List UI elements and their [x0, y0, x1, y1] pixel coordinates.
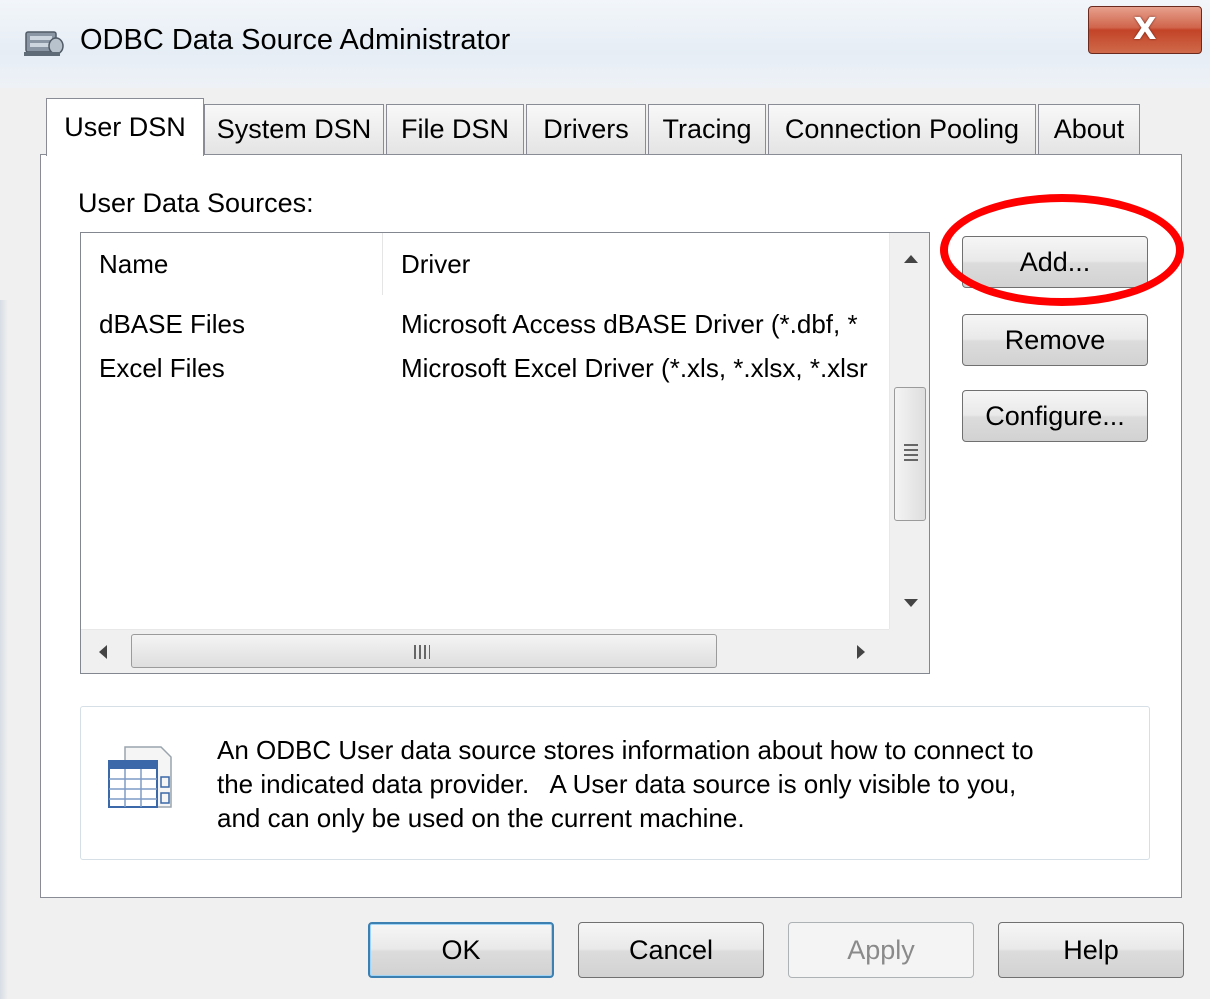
- horizontal-scroll-thumb[interactable]: [131, 634, 717, 668]
- tab-drivers[interactable]: Drivers: [526, 104, 646, 154]
- tab-about[interactable]: About: [1038, 104, 1140, 154]
- list-item-driver: Microsoft Access dBASE Driver (*.dbf, *: [401, 309, 858, 339]
- scrollbar-corner: [889, 629, 929, 673]
- tab-system-dsn[interactable]: System DSN: [204, 104, 384, 154]
- horizontal-scrollbar[interactable]: [81, 629, 929, 673]
- tab-tracing[interactable]: Tracing: [648, 104, 766, 154]
- close-icon: X: [1133, 12, 1157, 47]
- window-edge-shadow: [0, 300, 8, 999]
- vertical-scroll-thumb[interactable]: [894, 387, 926, 521]
- cancel-button[interactable]: Cancel: [578, 922, 764, 978]
- tab-file-dsn[interactable]: File DSN: [386, 104, 524, 154]
- tab-user-dsn[interactable]: User DSN: [46, 98, 204, 156]
- scroll-right-icon[interactable]: [857, 645, 865, 659]
- column-header-driver[interactable]: Driver: [383, 233, 889, 295]
- odbc-admin-icon: [24, 31, 64, 56]
- info-line: An ODBC User data source stores informat…: [217, 735, 1034, 765]
- info-description: An ODBC User data source stores informat…: [217, 733, 1117, 835]
- scroll-down-icon[interactable]: [904, 599, 918, 607]
- grip-icon: [904, 444, 918, 464]
- user-data-sources-list[interactable]: Name Driver dBASE Files Microsoft Access…: [80, 232, 930, 674]
- configure-button[interactable]: Configure...: [962, 390, 1148, 442]
- help-button[interactable]: Help: [998, 922, 1184, 978]
- list-item-name: dBASE Files: [99, 309, 245, 339]
- vertical-scrollbar[interactable]: [889, 233, 929, 629]
- grip-icon: [414, 645, 430, 659]
- list-item[interactable]: Excel Files Microsoft Excel Driver (*.xl…: [81, 347, 889, 391]
- ok-button[interactable]: OK: [368, 922, 554, 978]
- tab-connection-pooling[interactable]: Connection Pooling: [768, 104, 1036, 154]
- scroll-up-icon[interactable]: [904, 255, 918, 263]
- list-item[interactable]: dBASE Files Microsoft Access dBASE Drive…: [81, 303, 889, 347]
- column-header-name[interactable]: Name: [81, 233, 383, 295]
- info-line: the indicated data provider. A User data…: [217, 769, 1017, 799]
- data-source-table-icon: [108, 746, 172, 808]
- list-item-name: Excel Files: [99, 353, 225, 383]
- scroll-left-icon[interactable]: [99, 645, 107, 659]
- list-item-driver: Microsoft Excel Driver (*.xls, *.xlsx, *…: [401, 353, 868, 383]
- odbc-admin-window: ODBC Data Source Administrator X User DS…: [0, 0, 1210, 999]
- apply-button[interactable]: Apply: [788, 922, 974, 978]
- title-bar[interactable]: ODBC Data Source Administrator X: [0, 0, 1210, 88]
- user-data-sources-label: User Data Sources:: [78, 188, 314, 218]
- info-line: and can only be used on the current mach…: [217, 803, 745, 833]
- list-header: Name Driver: [81, 233, 889, 295]
- window-title: ODBC Data Source Administrator: [80, 24, 511, 56]
- remove-button[interactable]: Remove: [962, 314, 1148, 366]
- close-button[interactable]: X: [1088, 6, 1202, 54]
- add-button[interactable]: Add...: [962, 236, 1148, 288]
- info-box: An ODBC User data source stores informat…: [80, 706, 1150, 860]
